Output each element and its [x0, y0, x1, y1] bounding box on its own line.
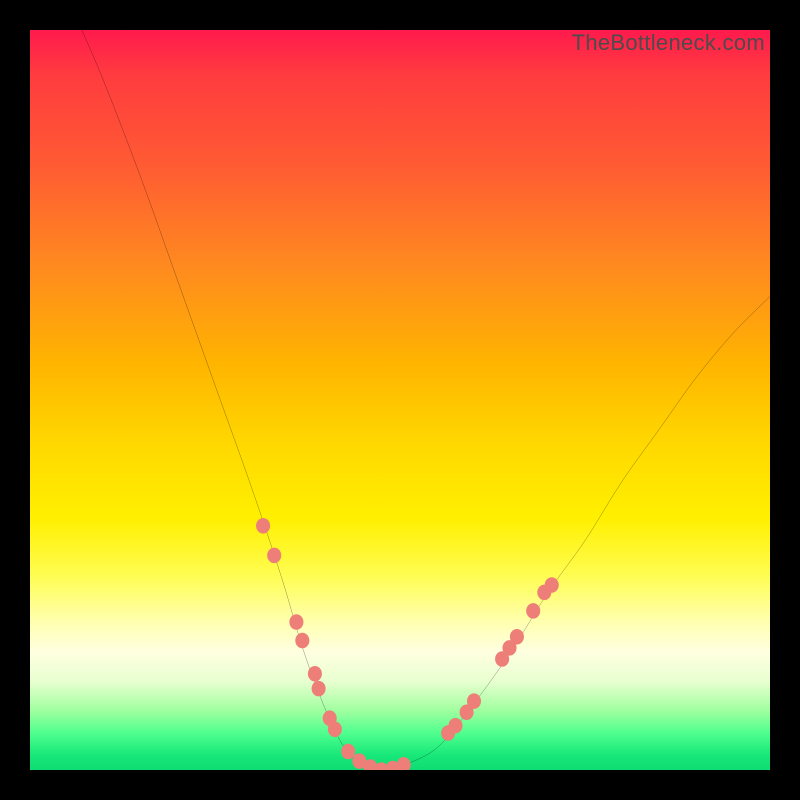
highlight-dot [545, 577, 559, 593]
plot-area [30, 30, 770, 770]
bottleneck-curve [82, 30, 770, 770]
highlight-dot [328, 722, 342, 738]
highlight-dot [397, 757, 411, 770]
highlight-dots [256, 518, 559, 770]
chart-frame: TheBottleneck.com [0, 0, 800, 800]
highlight-dot [467, 693, 481, 709]
highlight-dot [295, 633, 309, 649]
watermark-text: TheBottleneck.com [572, 30, 765, 56]
highlight-dot [312, 681, 326, 697]
highlight-dot [289, 614, 303, 630]
highlight-dot [510, 629, 524, 645]
highlight-dot [267, 548, 281, 564]
highlight-dot [341, 744, 355, 760]
highlight-dot [256, 518, 270, 534]
curve-layer [30, 30, 770, 770]
highlight-dot [308, 666, 322, 682]
highlight-dot [526, 603, 540, 619]
highlight-dot [448, 718, 462, 734]
